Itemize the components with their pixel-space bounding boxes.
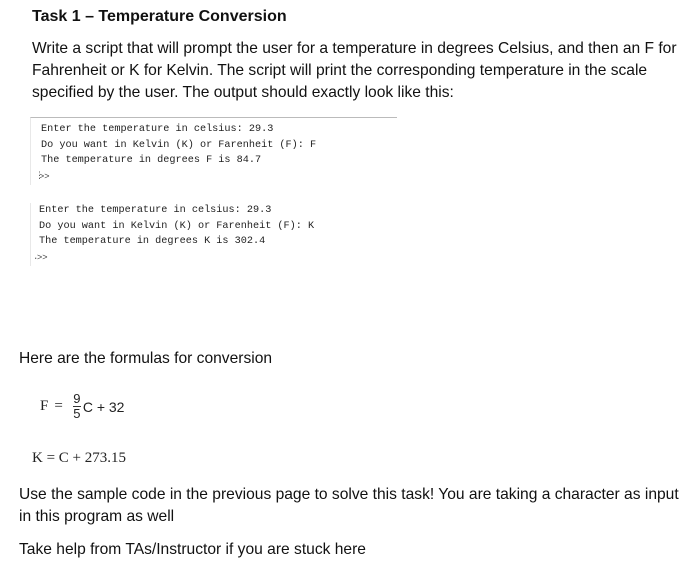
formula-equals: =: [54, 398, 63, 414]
kelvin-formula: K = C + 273.15: [32, 450, 127, 466]
formula-lhs: F: [40, 398, 49, 414]
console-output-example-kelvin: Enter the temperature in celsius: 29.3 D…: [30, 203, 395, 266]
fahrenheit-formula: F = 9 5 C + 32: [40, 391, 125, 421]
console-line: Enter the temperature in celsius: 29.3: [41, 124, 274, 135]
console-prompt: >>: [37, 251, 48, 262]
fraction-denominator: 5: [73, 406, 81, 421]
task-title: Task 1 – Temperature Conversion: [32, 8, 287, 25]
console-line: The temperature in degrees K is 302.4: [39, 236, 266, 247]
gutter-marker-icon: ⋮: [35, 170, 44, 181]
console-line: Do you want in Kelvin (K) or Farenheit (…: [41, 139, 317, 151]
console-line: Do you want in Kelvin (K) or Farenheit (…: [39, 220, 315, 232]
formula-rest: C + 32: [82, 398, 125, 415]
fraction: 9 5: [72, 391, 81, 421]
console-line: The temperature in degrees F is 84.7: [41, 155, 262, 166]
note-help: Take help from TAs/Instructor if you are…: [19, 541, 366, 558]
console-line: Enter the temperature in celsius: 29.3: [39, 205, 272, 216]
note-sample-code: Use the sample code in the previous page…: [19, 486, 679, 525]
task-description: Write a script that will prompt the user…: [32, 40, 677, 101]
gutter-marker-icon: .: [33, 251, 39, 262]
console-output-example-fahrenheit: Enter the temperature in celsius: 29.3 D…: [30, 117, 397, 185]
fraction-numerator: 9: [73, 391, 81, 406]
formulas-heading: Here are the formulas for conversion: [19, 350, 273, 367]
